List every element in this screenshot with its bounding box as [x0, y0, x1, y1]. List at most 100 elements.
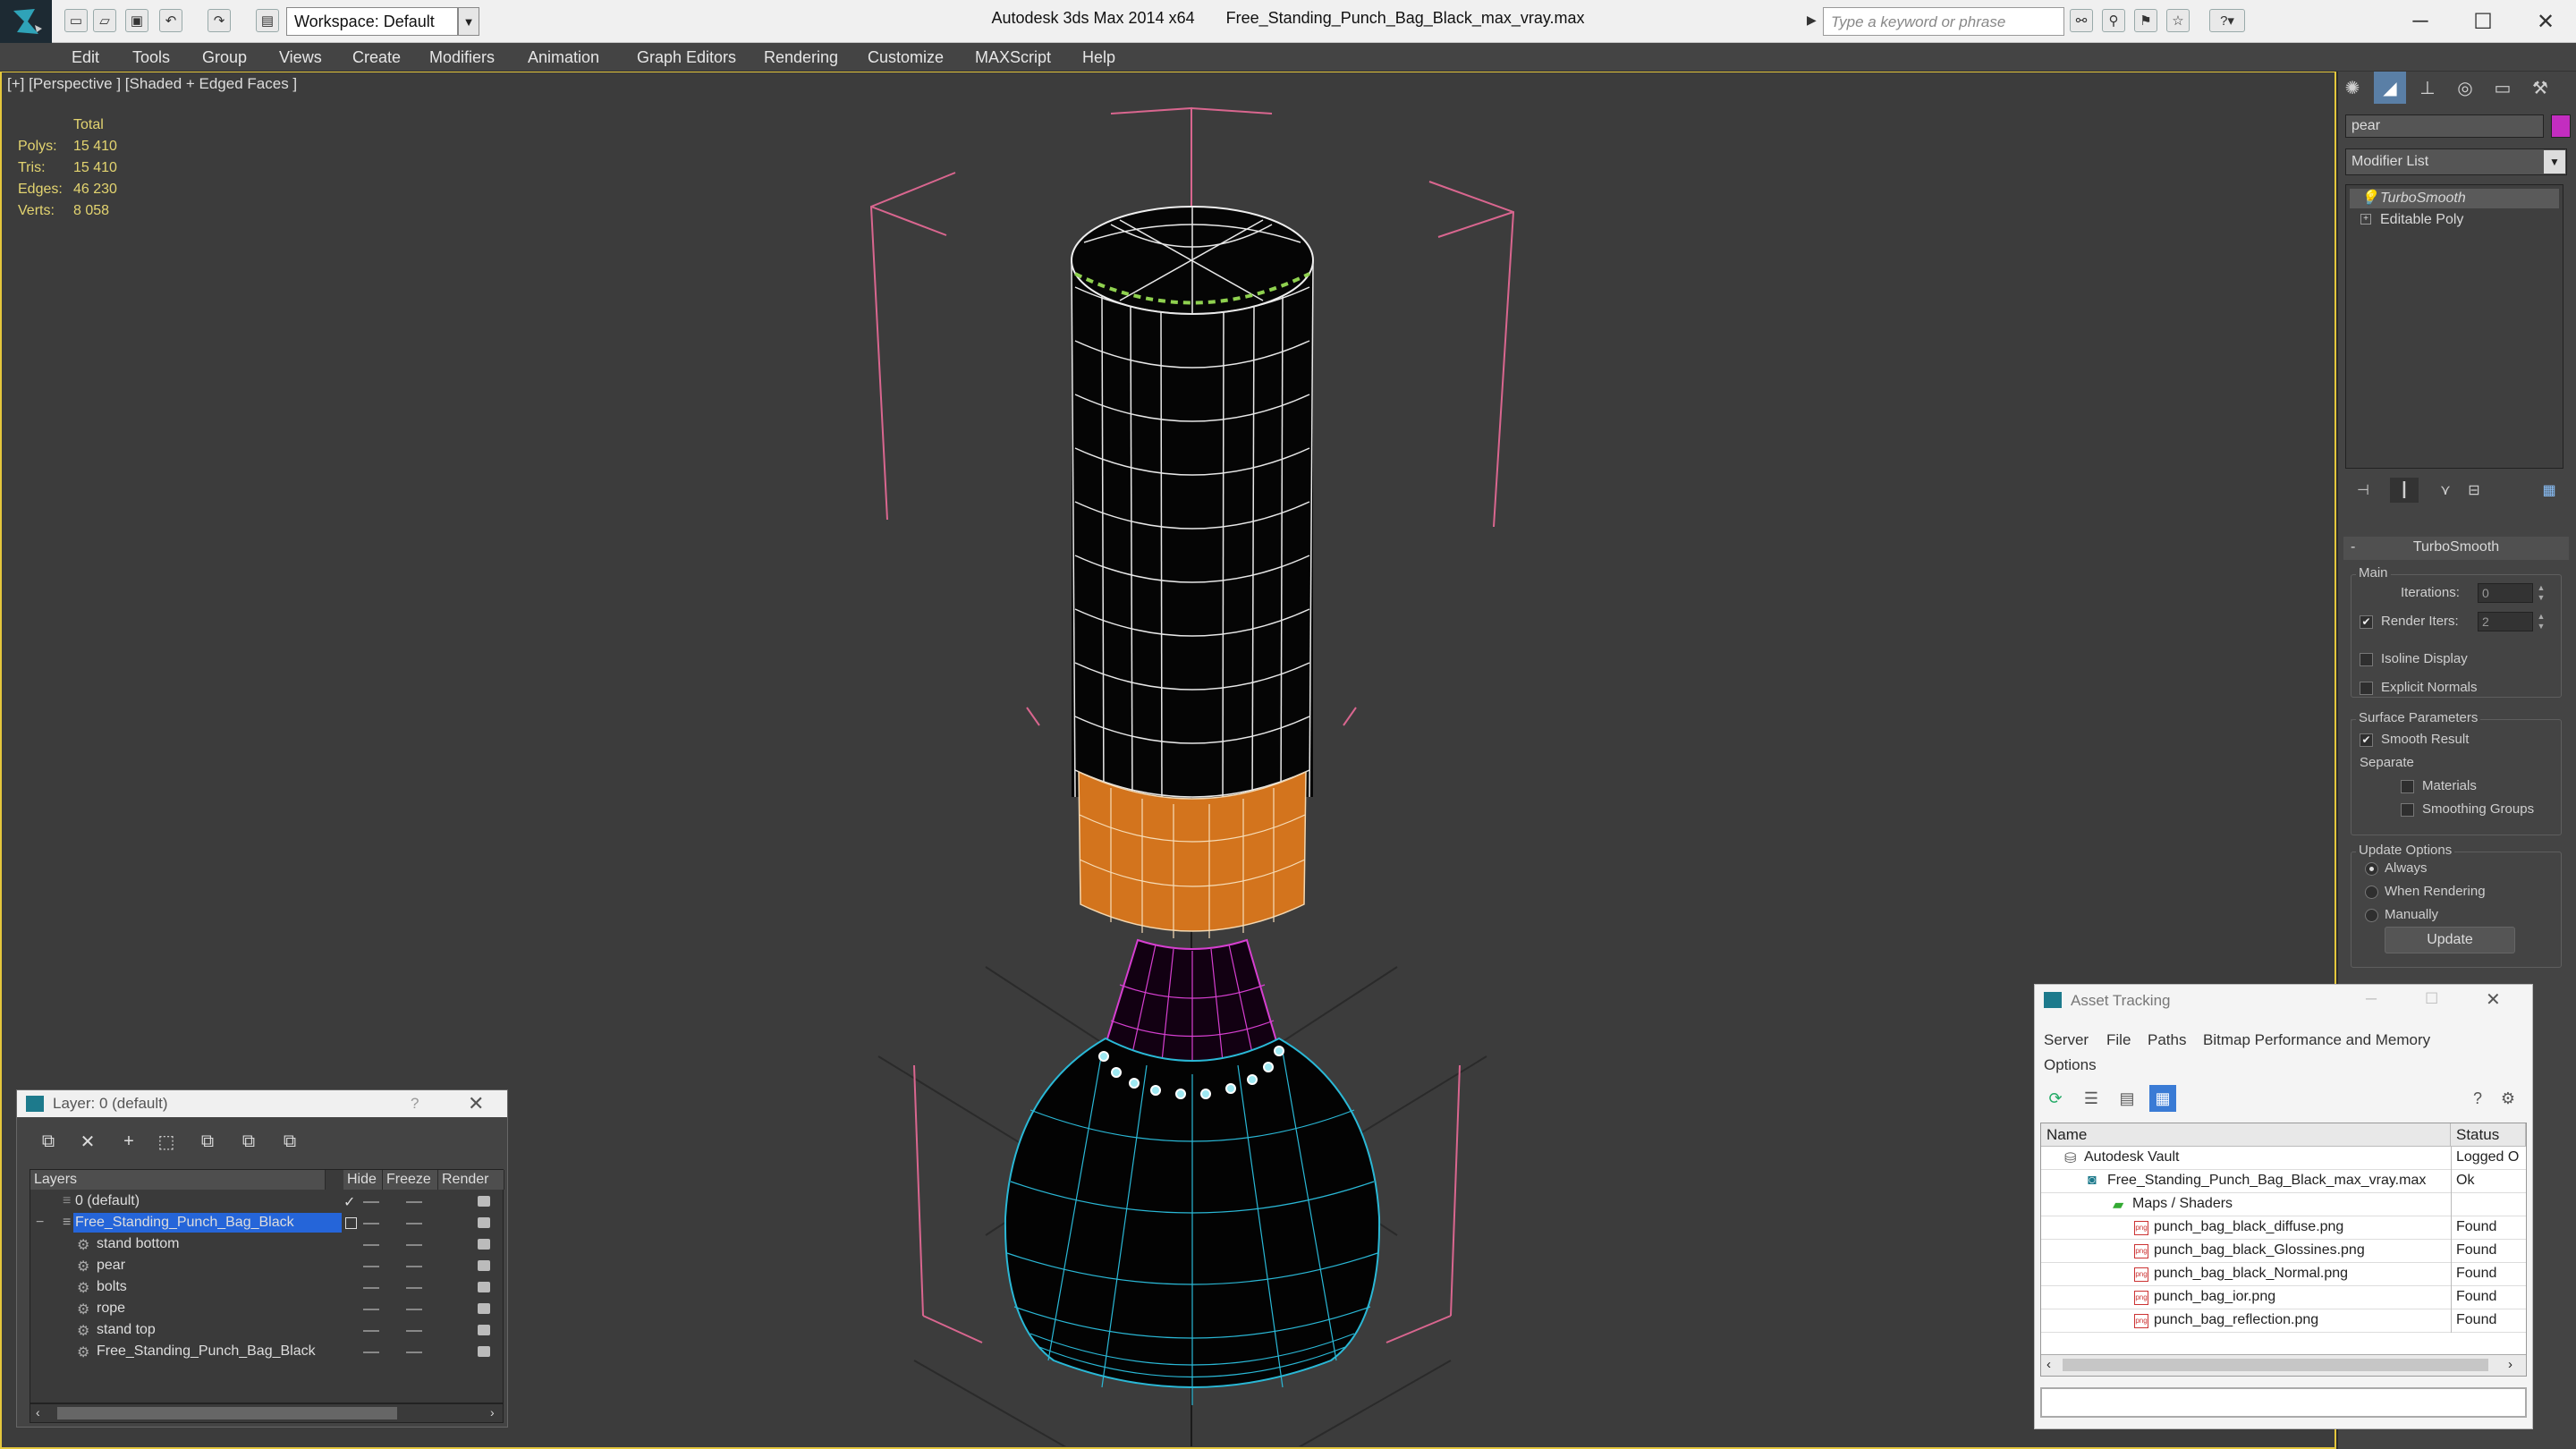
help-icon[interactable]: ?: [2464, 1085, 2491, 1112]
scroll-left-icon[interactable]: ‹: [36, 1405, 40, 1419]
scrollbar-thumb[interactable]: [2063, 1359, 2488, 1371]
path-field[interactable]: [2040, 1387, 2527, 1418]
render-iters-checkbox[interactable]: ✔: [2360, 615, 2373, 629]
layer-object-row[interactable]: ⚙ Free_Standing_Punch_Bag_Black: [30, 1342, 503, 1363]
collapse-icon[interactable]: −: [36, 1215, 44, 1231]
layer-icon[interactable]: ⧉: [35, 1128, 62, 1155]
menu-file[interactable]: File: [2106, 1031, 2131, 1049]
communication-center-icon[interactable]: ⚲: [2102, 9, 2125, 32]
minimize-icon[interactable]: ─: [2366, 990, 2377, 1008]
lightbulb-icon[interactable]: 💡: [2360, 189, 2378, 207]
add-to-layer-icon[interactable]: +: [115, 1128, 142, 1155]
redo-icon[interactable]: ↷: [208, 9, 231, 32]
motion-tab-icon[interactable]: ◎: [2449, 72, 2481, 104]
show-end-result-icon[interactable]: ┃: [2390, 478, 2419, 503]
create-tab-icon[interactable]: ✺: [2336, 72, 2368, 104]
expand-plus-icon[interactable]: +: [2360, 214, 2371, 225]
object-name-field[interactable]: pear: [2345, 114, 2544, 138]
open-file-icon[interactable]: ▱: [93, 9, 116, 32]
layer-object-row[interactable]: ⚙ stand top: [30, 1320, 503, 1342]
render-iters-spinner[interactable]: 2: [2478, 612, 2533, 631]
modifier-list-dropdown[interactable]: Modifier List: [2345, 148, 2567, 175]
binoculars-icon[interactable]: ⚯: [2070, 9, 2093, 32]
smooth-result-checkbox[interactable]: ✔: [2360, 733, 2373, 747]
delete-layer-icon[interactable]: ✕: [74, 1128, 101, 1155]
close-icon[interactable]: ✕: [2486, 988, 2501, 1011]
asset-row[interactable]: png punch_bag_reflection.png Found: [2041, 1309, 2526, 1333]
layer-row-selected[interactable]: − ≡ Free_Standing_Punch_Bag_Black: [30, 1213, 503, 1234]
app-logo-icon[interactable]: [0, 0, 52, 43]
menu-server[interactable]: Server: [2044, 1031, 2089, 1049]
close-button[interactable]: ✕: [2519, 4, 2572, 39]
asset-row[interactable]: png punch_bag_black_Normal.png Found: [2041, 1263, 2526, 1286]
stack-item-editable-poly[interactable]: + Editable Poly: [2350, 210, 2559, 230]
explicit-normals-checkbox[interactable]: [2360, 682, 2373, 695]
new-file-icon[interactable]: ▭: [64, 9, 88, 32]
menu-group[interactable]: Group: [202, 48, 247, 67]
menu-maxscript[interactable]: MAXScript: [975, 48, 1051, 67]
chevron-down-icon[interactable]: ▼: [458, 7, 479, 36]
project-folder-icon[interactable]: ▤: [256, 9, 279, 32]
asset-row[interactable]: ⛁ Autodesk Vault Logged O: [2041, 1147, 2526, 1170]
layer-object-row[interactable]: ⚙ rope: [30, 1299, 503, 1320]
rollout-header[interactable]: - TurboSmooth: [2343, 537, 2569, 560]
hierarchy-tab-icon[interactable]: ⊥: [2411, 72, 2444, 104]
configure-modifier-sets-icon[interactable]: ▦: [2535, 478, 2563, 503]
menu-options[interactable]: Options: [2044, 1056, 2097, 1074]
layer-object-row[interactable]: ⚙ stand bottom: [30, 1234, 503, 1256]
col-hide[interactable]: Hide: [343, 1170, 383, 1190]
layer-row[interactable]: ≡ 0 (default) ✓: [30, 1191, 503, 1213]
help-icon[interactable]: ?: [411, 1095, 419, 1113]
menu-animation[interactable]: Animation: [528, 48, 599, 67]
spinner-arrows-icon[interactable]: ▲ ▼: [2535, 612, 2547, 631]
viewport-label[interactable]: [+] [Perspective ] [Shaded + Edged Faces…: [7, 75, 297, 93]
scrollbar-thumb[interactable]: [57, 1407, 397, 1419]
col-render[interactable]: Render: [438, 1170, 504, 1190]
search-expand-icon[interactable]: ▶: [1807, 13, 1817, 28]
stack-item-turbosmooth[interactable]: 💡 TurboSmooth: [2350, 189, 2559, 208]
remove-modifier-icon[interactable]: ⊟: [2460, 478, 2488, 503]
manually-radio[interactable]: [2365, 909, 2378, 922]
search-input[interactable]: Type a keyword or phrase: [1823, 7, 2064, 36]
pin-stack-icon[interactable]: ⊣: [2349, 478, 2377, 503]
thumbnail-view-icon[interactable]: ▤: [2114, 1085, 2140, 1112]
horizontal-scrollbar[interactable]: ‹ ›: [2041, 1354, 2526, 1376]
spinner-arrows-icon[interactable]: ▲ ▼: [2535, 583, 2547, 603]
modify-tab-icon[interactable]: ◢: [2374, 72, 2406, 104]
freeze-all-layers-icon[interactable]: ⧉: [276, 1128, 303, 1155]
menu-graph-editors[interactable]: Graph Editors: [637, 48, 736, 67]
make-unique-icon[interactable]: ⋎: [2431, 478, 2460, 503]
highlight-layer-icon[interactable]: ⧉: [194, 1128, 221, 1155]
chevron-down-icon[interactable]: ▼: [2544, 150, 2565, 174]
layer-object-row[interactable]: ⚙ bolts: [30, 1277, 503, 1299]
menu-modifiers[interactable]: Modifiers: [429, 48, 495, 67]
maximize-icon[interactable]: ☐: [2425, 990, 2438, 1008]
menu-help[interactable]: Help: [1082, 48, 1115, 67]
materials-checkbox[interactable]: [2401, 780, 2414, 793]
vault-settings-icon[interactable]: ⚙: [2495, 1085, 2521, 1112]
col-freeze[interactable]: Freeze: [383, 1170, 438, 1190]
close-icon[interactable]: ✕: [468, 1092, 484, 1115]
current-layer-box[interactable]: [345, 1217, 357, 1229]
object-color-swatch[interactable]: [2551, 114, 2571, 138]
help-icon[interactable]: ?▾: [2209, 9, 2245, 32]
maximize-button[interactable]: ☐: [2456, 4, 2510, 39]
workspace-select[interactable]: Workspace: Default: [286, 7, 458, 36]
menu-rendering[interactable]: Rendering: [764, 48, 838, 67]
when-rendering-radio[interactable]: [2365, 886, 2378, 899]
hide-all-layers-icon[interactable]: ⧉: [235, 1128, 262, 1155]
col-status[interactable]: Status: [2451, 1123, 2526, 1147]
menu-views[interactable]: Views: [279, 48, 322, 67]
utilities-tab-icon[interactable]: ⚒: [2524, 72, 2556, 104]
menu-bitmap-performance[interactable]: Bitmap Performance and Memory: [2203, 1031, 2430, 1049]
layer-object-row[interactable]: ⚙ pear: [30, 1256, 503, 1277]
isoline-display-checkbox[interactable]: [2360, 653, 2373, 666]
list-view-icon[interactable]: ☰: [2078, 1085, 2105, 1112]
horizontal-scrollbar[interactable]: ‹ ›: [30, 1403, 504, 1423]
menu-paths[interactable]: Paths: [2148, 1031, 2186, 1049]
update-button[interactable]: Update: [2385, 927, 2515, 953]
asset-row[interactable]: png punch_bag_black_diffuse.png Found: [2041, 1216, 2526, 1240]
favorites-star-icon[interactable]: ☆: [2166, 9, 2190, 32]
save-file-icon[interactable]: ▣: [125, 9, 148, 32]
menu-tools[interactable]: Tools: [132, 48, 170, 67]
